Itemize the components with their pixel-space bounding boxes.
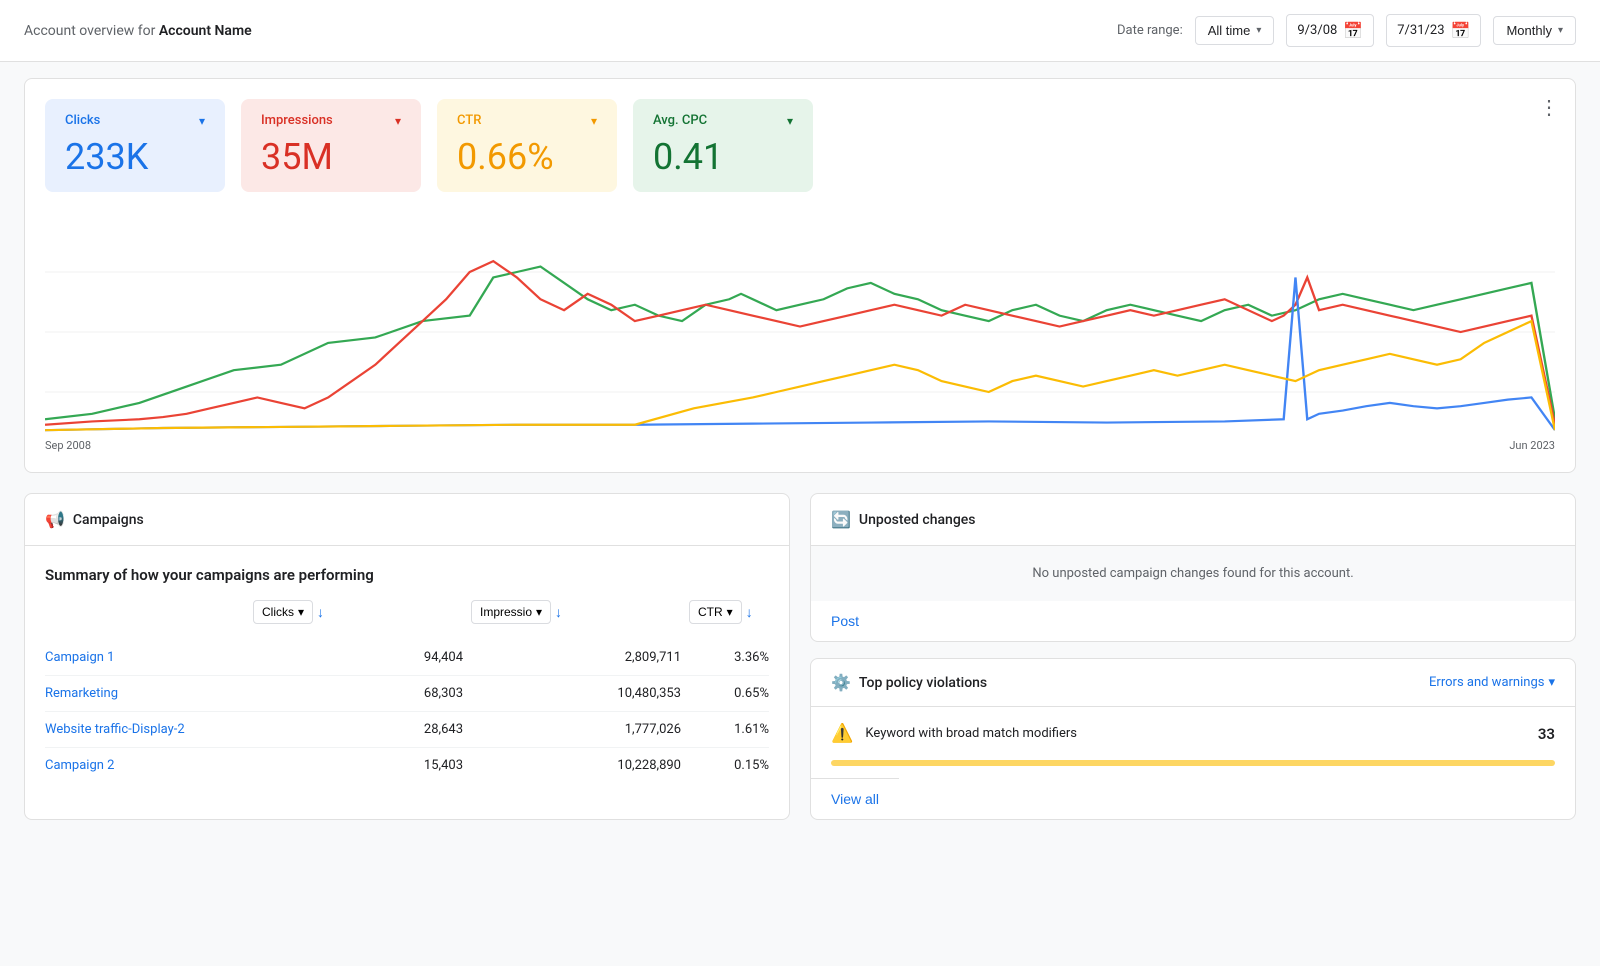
campaign-2-link[interactable]: Campaign 2 <box>45 758 245 773</box>
page-header: Account overview for Account Name Date r… <box>0 0 1600 62</box>
website-traffic-ctr: 1.61% <box>689 722 769 737</box>
metric-impressions-value: 35M <box>261 136 401 178</box>
metric-ctr-value: 0.66% <box>457 136 597 178</box>
metric-card-impressions[interactable]: Impressions ▾ 35M <box>241 99 421 192</box>
metric-avg-cpc-label: Avg. CPC <box>653 113 707 128</box>
metric-ctr-arrow: ▾ <box>591 114 597 128</box>
date-range-dropdown[interactable]: All time ▾ <box>1195 16 1275 45</box>
website-traffic-impressions: 1,777,026 <box>471 722 681 737</box>
account-overview-label: Account overview for Account Name <box>24 23 252 39</box>
metrics-row: Clicks ▾ 233K Impressions ▾ 35M CTR ▾ 0 <box>45 99 1555 192</box>
policy-violations-card: ⚙️ Top policy violations Errors and warn… <box>810 658 1576 820</box>
campaigns-icon: 📢 <box>45 510 65 529</box>
campaigns-card-header: 📢 Campaigns <box>25 494 789 546</box>
metric-impressions-arrow: ▾ <box>395 114 401 128</box>
metric-clicks-label: Clicks <box>65 113 100 128</box>
chevron-down-icon-impressions: ▾ <box>536 605 542 619</box>
chevron-down-icon-clicks: ▾ <box>298 605 304 619</box>
violation-count: 33 <box>1538 725 1555 743</box>
table-row: Campaign 1 94,404 2,809,711 3.36% <box>45 640 769 676</box>
header-controls: Date range: All time ▾ 9/3/08 📅 7/31/23 … <box>1117 14 1576 47</box>
website-traffic-link[interactable]: Website traffic-Display-2 <box>45 722 245 737</box>
overview-card: ⋮ Clicks ▾ 233K Impressions ▾ 35M <box>24 78 1576 473</box>
sort-arrow-ctr: ↓ <box>746 604 753 621</box>
unposted-icon: 🔄 <box>831 510 851 529</box>
remarketing-ctr: 0.65% <box>689 686 769 701</box>
chevron-down-icon-period: ▾ <box>1558 25 1563 36</box>
metric-impressions-label: Impressions <box>261 113 333 128</box>
ctr-col-dropdown[interactable]: CTR ▾ <box>689 600 742 624</box>
policy-title: Top policy violations <box>859 675 987 691</box>
campaign-1-link[interactable]: Campaign 1 <box>45 650 245 665</box>
unposted-changes-card: 🔄 Unposted changes No unposted campaign … <box>810 493 1576 642</box>
table-header: Clicks ▾ ↓ Impressio ▾ ↓ <box>45 600 769 632</box>
errors-warnings-dropdown[interactable]: Errors and warnings ▾ <box>1429 675 1555 690</box>
table-row: Campaign 2 15,403 10,228,890 0.15% <box>45 748 769 783</box>
chevron-down-icon: ▾ <box>1256 25 1261 36</box>
metric-avg-cpc-value: 0.41 <box>653 136 793 178</box>
website-traffic-clicks: 28,643 <box>253 722 463 737</box>
unposted-header: 🔄 Unposted changes <box>811 494 1575 546</box>
campaigns-card: 📢 Campaigns Summary of how your campaign… <box>24 493 790 820</box>
metric-ctr-label: CTR <box>457 113 481 128</box>
violation-name: Keyword with broad match modifiers <box>865 726 1525 741</box>
metric-clicks-value: 233K <box>65 136 205 178</box>
table-row: Remarketing 68,303 10,480,353 0.65% <box>45 676 769 712</box>
violation-row: ⚠️ Keyword with broad match modifiers 33 <box>811 707 1575 760</box>
chevron-down-icon-policy: ▾ <box>1548 675 1555 690</box>
violation-progress-bar <box>831 760 1555 766</box>
bottom-section: 📢 Campaigns Summary of how your campaign… <box>24 493 1576 820</box>
unposted-title: Unposted changes <box>859 512 976 528</box>
remarketing-link[interactable]: Remarketing <box>45 686 245 701</box>
calendar-icon-end: 📅 <box>1451 21 1471 40</box>
policy-icon: ⚙️ <box>831 673 851 692</box>
campaigns-subtitle: Summary of how your campaigns are perfor… <box>45 566 769 584</box>
start-date-input[interactable]: 9/3/08 📅 <box>1286 14 1374 47</box>
remarketing-impressions: 10,480,353 <box>471 686 681 701</box>
sort-arrow-clicks: ↓ <box>317 604 324 621</box>
campaigns-card-body: Summary of how your campaigns are perfor… <box>25 546 789 803</box>
chart-x-start: Sep 2008 <box>45 439 91 452</box>
campaign-2-clicks: 15,403 <box>253 758 463 773</box>
col-header-impressions[interactable]: Impressio ▾ ↓ <box>471 600 681 624</box>
col-header-ctr[interactable]: CTR ▾ ↓ <box>689 600 769 624</box>
right-panel: 🔄 Unposted changes No unposted campaign … <box>810 493 1576 820</box>
view-all-button[interactable]: View all <box>811 778 899 819</box>
col-header-clicks[interactable]: Clicks ▾ ↓ <box>253 600 463 624</box>
chart-x-end: Jun 2023 <box>1509 439 1555 452</box>
performance-chart: Sep 2008 Jun 2023 <box>45 212 1555 452</box>
metric-card-avg-cpc[interactable]: Avg. CPC ▾ 0.41 <box>633 99 813 192</box>
metric-card-clicks[interactable]: Clicks ▾ 233K <box>45 99 225 192</box>
campaign-2-ctr: 0.15% <box>689 758 769 773</box>
sort-arrow-impressions: ↓ <box>555 604 562 621</box>
calendar-icon: 📅 <box>1343 21 1363 40</box>
main-content: ⋮ Clicks ▾ 233K Impressions ▾ 35M <box>0 62 1600 836</box>
metric-card-ctr[interactable]: CTR ▾ 0.66% <box>437 99 617 192</box>
metric-avg-cpc-arrow: ▾ <box>787 114 793 128</box>
policy-header: ⚙️ Top policy violations Errors and warn… <box>811 659 1575 707</box>
account-name: Account Name <box>159 23 252 39</box>
remarketing-clicks: 68,303 <box>253 686 463 701</box>
post-button[interactable]: Post <box>811 601 879 641</box>
more-options-button[interactable]: ⋮ <box>1539 95 1559 120</box>
chevron-down-icon-ctr: ▾ <box>727 605 733 619</box>
date-range-label: Date range: <box>1117 23 1183 38</box>
campaign-1-impressions: 2,809,711 <box>471 650 681 665</box>
metric-clicks-arrow: ▾ <box>199 114 205 128</box>
table-row: Website traffic-Display-2 28,643 1,777,0… <box>45 712 769 748</box>
campaign-2-impressions: 10,228,890 <box>471 758 681 773</box>
warning-icon: ⚠️ <box>831 723 853 744</box>
no-changes-message: No unposted campaign changes found for t… <box>811 546 1575 601</box>
campaign-1-ctr: 3.36% <box>689 650 769 665</box>
clicks-col-dropdown[interactable]: Clicks ▾ <box>253 600 313 624</box>
impressions-col-dropdown[interactable]: Impressio ▾ <box>471 600 551 624</box>
period-dropdown[interactable]: Monthly ▾ <box>1493 16 1576 45</box>
campaign-1-clicks: 94,404 <box>253 650 463 665</box>
end-date-input[interactable]: 7/31/23 📅 <box>1386 14 1481 47</box>
campaigns-title: Campaigns <box>73 512 144 528</box>
chart-svg <box>45 212 1555 452</box>
